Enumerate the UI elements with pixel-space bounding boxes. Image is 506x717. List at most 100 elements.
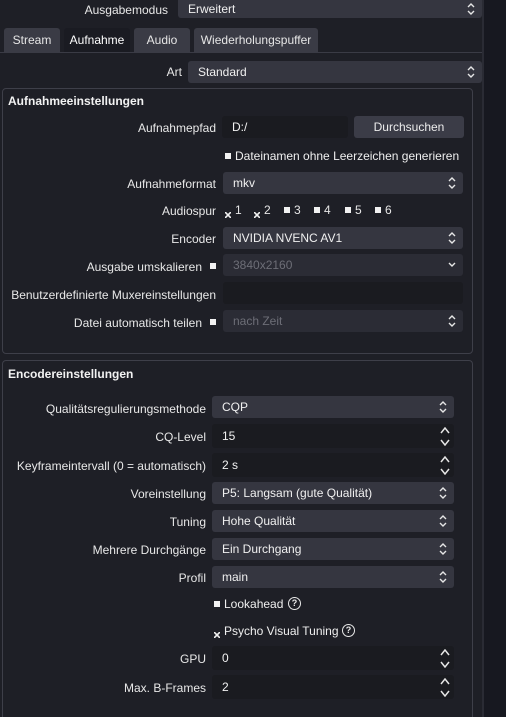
- auto-split-select[interactable]: nach Zeit: [223, 310, 463, 332]
- track-2-label: 2: [264, 203, 271, 217]
- encoder-settings-title: Encodereinstellungen: [8, 367, 134, 381]
- audio-track-checkboxes: 1 2 3 4 5 6: [223, 200, 463, 220]
- type-value: Standard: [198, 65, 247, 79]
- multipass-value: Ein Durchgang: [222, 542, 302, 556]
- multipass-label: Mehrere Durchgänge: [92, 543, 206, 557]
- profile-value: main: [222, 570, 249, 584]
- no-spaces-checkbox[interactable]: [225, 153, 231, 159]
- track-5-checkbox[interactable]: [345, 207, 351, 213]
- auto-split-label: Datei automatisch teilen: [73, 316, 202, 330]
- track-1-checkbox[interactable]: [224, 207, 232, 219]
- output-mode-select[interactable]: Erweitert: [178, 0, 482, 18]
- track-3-label: 3: [294, 203, 301, 217]
- rescale-checkbox[interactable]: [210, 263, 216, 269]
- tab-divider: [0, 52, 482, 53]
- mux-settings-input[interactable]: [223, 282, 463, 304]
- psycho-visual-label: Psycho Visual Tuning: [224, 624, 339, 638]
- preset-value: P5: Langsam (gute Qualität): [222, 486, 373, 500]
- mux-settings-label: Benutzerdefinierte Muxereinstellungen: [11, 288, 216, 302]
- keyframe-interval-value: 2 s: [222, 458, 239, 472]
- lookahead-label: Lookahead: [224, 597, 284, 611]
- cq-level-label: CQ-Level: [155, 430, 206, 444]
- chevron-updown-icon: [432, 510, 454, 532]
- keyframe-interval-spinbox[interactable]: 2 s: [212, 453, 454, 477]
- recording-settings-title: Aufnahmeeinstellungen: [8, 94, 145, 108]
- track-4-checkbox[interactable]: [314, 207, 320, 213]
- gpu-label: GPU: [179, 652, 206, 666]
- max-bframes-value: 2: [222, 680, 229, 694]
- arrow-up-icon[interactable]: [436, 675, 454, 687]
- arrow-down-icon[interactable]: [436, 687, 454, 699]
- cq-level-value: 15: [222, 429, 236, 443]
- rescale-select[interactable]: 3840x2160: [223, 254, 463, 276]
- max-bframes-spinbox[interactable]: 2: [212, 675, 454, 699]
- tab-recording[interactable]: Aufnahme: [64, 28, 130, 52]
- max-bframes-label: Max. B-Frames: [123, 681, 206, 695]
- track-4-label: 4: [324, 203, 331, 217]
- recording-format-select[interactable]: mkv: [223, 172, 463, 194]
- tuning-value: Hohe Qualität: [222, 514, 296, 528]
- tuning-select[interactable]: Hohe Qualität: [212, 510, 454, 532]
- preset-label: Voreinstellung: [130, 487, 206, 501]
- arrow-up-icon[interactable]: [436, 646, 454, 658]
- type-label: Art: [166, 65, 182, 79]
- audio-track-label: Audiospur: [161, 204, 216, 218]
- rate-control-select[interactable]: CQP: [212, 396, 454, 418]
- output-mode-value: Erweitert: [188, 2, 236, 16]
- help-icon[interactable]: ?: [342, 624, 355, 637]
- arrow-down-icon[interactable]: [436, 658, 454, 670]
- chevron-updown-icon: [460, 61, 482, 83]
- browse-button[interactable]: Durchsuchen: [354, 116, 464, 138]
- adjacent-window-edge: [482, 0, 506, 717]
- multipass-select[interactable]: Ein Durchgang: [212, 538, 454, 560]
- track-6-label: 6: [385, 203, 392, 217]
- profile-select[interactable]: main: [212, 566, 454, 588]
- arrow-up-icon[interactable]: [436, 453, 454, 465]
- rate-control-value: CQP: [222, 400, 249, 414]
- track-2-checkbox[interactable]: [253, 207, 261, 219]
- chevron-updown-icon: [432, 396, 454, 418]
- chevron-updown-icon: [460, 0, 482, 18]
- chevron-updown-icon: [441, 172, 463, 194]
- gpu-spinbox[interactable]: 0: [212, 646, 454, 670]
- rescale-value: 3840x2160: [233, 258, 293, 272]
- no-spaces-label: Dateinamen ohne Leerzeichen generieren: [235, 149, 460, 163]
- psycho-visual-checkbox[interactable]: [213, 627, 221, 639]
- encoder-label: Encoder: [171, 232, 216, 246]
- recording-path-label: Aufnahmepfad: [137, 121, 216, 135]
- help-icon[interactable]: ?: [288, 597, 301, 610]
- arrow-up-icon[interactable]: [436, 424, 454, 436]
- chevron-updown-icon: [432, 566, 454, 588]
- tab-replay-buffer[interactable]: Wiederholungspuffer: [194, 28, 318, 52]
- track-1-label: 1: [235, 203, 242, 217]
- arrow-down-icon[interactable]: [436, 436, 454, 448]
- track-5-label: 5: [355, 203, 362, 217]
- auto-split-value: nach Zeit: [233, 314, 283, 328]
- type-select[interactable]: Standard: [188, 61, 482, 83]
- lookahead-checkbox[interactable]: [214, 601, 220, 607]
- arrow-down-icon[interactable]: [436, 465, 454, 477]
- cq-level-spinbox[interactable]: 15: [212, 424, 454, 448]
- recording-format-label: Aufnahmeformat: [127, 177, 216, 191]
- encoder-value: NVIDIA NVENC AV1: [233, 231, 343, 245]
- gpu-value: 0: [222, 651, 229, 665]
- chevron-updown-icon: [432, 482, 454, 504]
- recording-format-value: mkv: [233, 176, 255, 190]
- chevron-updown-icon: [441, 227, 463, 249]
- profile-label: Profil: [178, 571, 206, 585]
- tab-audio[interactable]: Audio: [134, 28, 190, 52]
- rate-control-label: Qualitätsregulierungsmethode: [45, 402, 206, 416]
- recording-path-input[interactable]: D:/: [222, 116, 348, 138]
- tuning-label: Tuning: [169, 515, 206, 529]
- chevron-updown-icon: [432, 538, 454, 560]
- track-6-checkbox[interactable]: [375, 207, 381, 213]
- output-mode-label: Ausgabemodus: [84, 3, 168, 17]
- preset-select[interactable]: P5: Langsam (gute Qualität): [212, 482, 454, 504]
- auto-split-checkbox[interactable]: [210, 319, 216, 325]
- keyframe-interval-label: Keyframeintervall (0 = automatisch): [16, 459, 206, 473]
- track-3-checkbox[interactable]: [284, 207, 290, 213]
- encoder-select[interactable]: NVIDIA NVENC AV1: [223, 227, 463, 249]
- chevron-down-icon: [441, 254, 463, 276]
- chevron-updown-icon: [441, 310, 463, 332]
- tab-stream[interactable]: Stream: [4, 28, 60, 52]
